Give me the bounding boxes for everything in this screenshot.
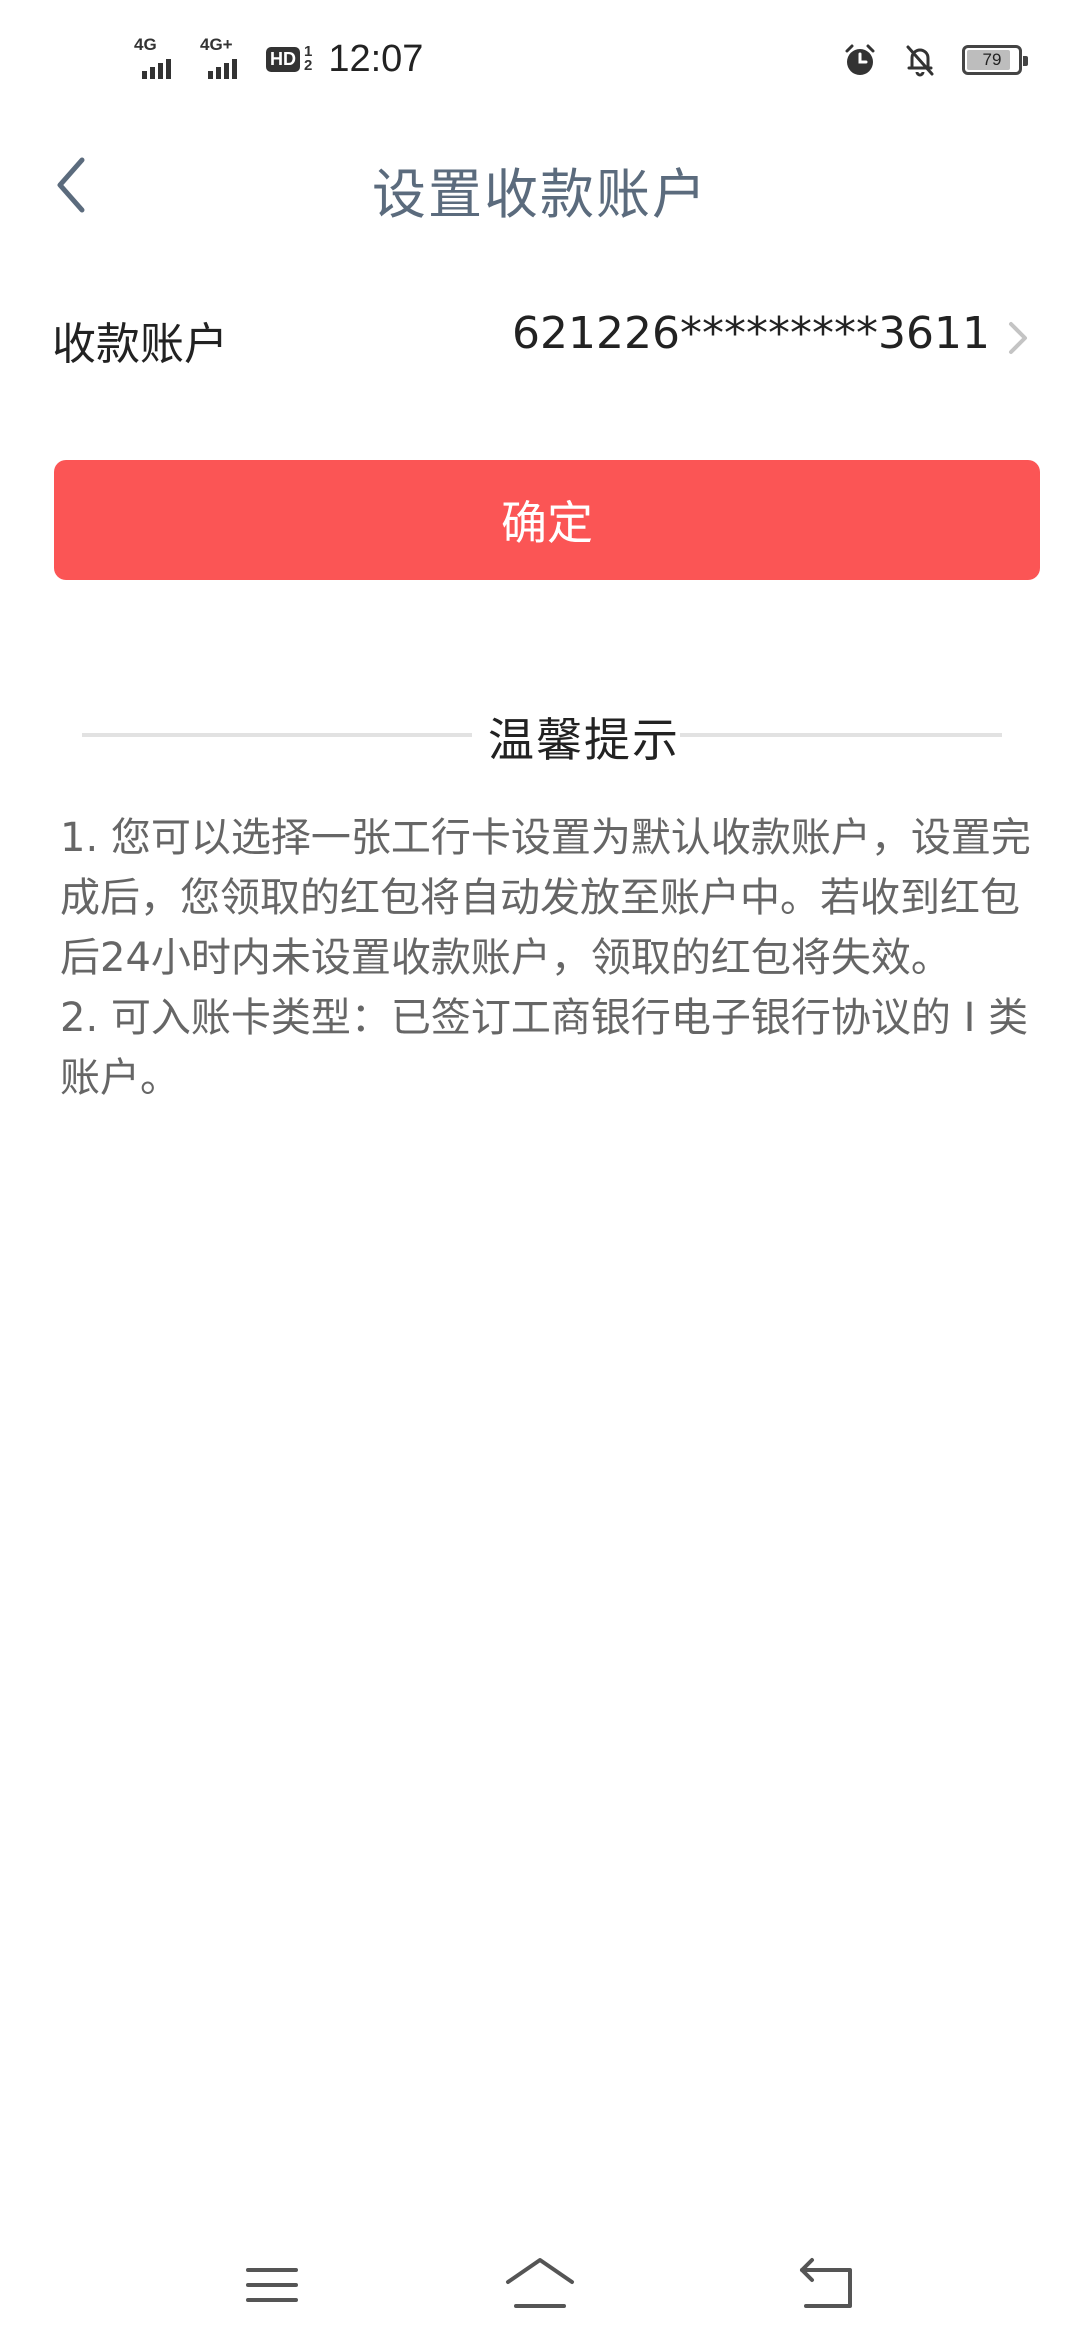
account-row[interactable]: 收款账户 621226*********3611 xyxy=(0,280,1080,390)
battery-icon: 79 xyxy=(962,45,1028,75)
divider-line xyxy=(82,733,472,737)
back-nav-button[interactable] xyxy=(788,2250,868,2320)
status-time: 12:07 xyxy=(328,37,424,80)
confirm-button[interactable]: 确定 xyxy=(54,460,1040,580)
tip-item: 1. 您可以选择一张工行卡设置为默认收款账户，设置完成后，您领取的红包将自动发放… xyxy=(60,815,1031,981)
chevron-right-icon xyxy=(1009,322,1027,354)
home-icon xyxy=(506,2258,574,2308)
signal-icon: 4G xyxy=(134,35,188,79)
notifications-off-icon xyxy=(906,45,934,77)
hd-voice-fraction: 12 xyxy=(304,43,313,74)
sim1-network-type: 4G xyxy=(134,35,157,54)
account-label: 收款账户 xyxy=(52,319,228,370)
sim2-network-type: 4G+ xyxy=(200,35,233,54)
divider-line xyxy=(680,733,1002,737)
account-number: 621226*********3611 xyxy=(512,308,990,359)
system-nav-bar xyxy=(0,2230,1080,2340)
status-bar: 4G 4G+ HD 12 12:07 79 xyxy=(0,0,1080,120)
battery-level: 79 xyxy=(982,50,1002,69)
home-button[interactable] xyxy=(500,2250,580,2320)
menu-icon xyxy=(246,2268,298,2302)
tips-title: 温馨提示 xyxy=(488,713,680,767)
tips-header: 温馨提示 xyxy=(82,700,1002,770)
tips-body: 1. 您可以选择一张工行卡设置为默认收款账户，设置完成后，您领取的红包将自动发放… xyxy=(60,808,1040,1108)
menu-button[interactable] xyxy=(232,2250,312,2320)
nav-bar: 设置收款账户 xyxy=(0,120,1080,250)
back-icon xyxy=(800,2258,852,2308)
alarm-icon xyxy=(845,44,875,75)
signal-icon: 4G+ xyxy=(200,35,254,79)
tip-item: 2. 可入账卡类型：已签订工商银行电子银行协议的 I 类账户。 xyxy=(60,995,1029,1101)
hd-voice-icon: HD xyxy=(266,46,300,72)
status-right: 79 xyxy=(842,38,1028,82)
status-left: 4G 4G+ HD 12 12:07 xyxy=(134,34,423,84)
page-title: 设置收款账户 xyxy=(372,163,708,226)
